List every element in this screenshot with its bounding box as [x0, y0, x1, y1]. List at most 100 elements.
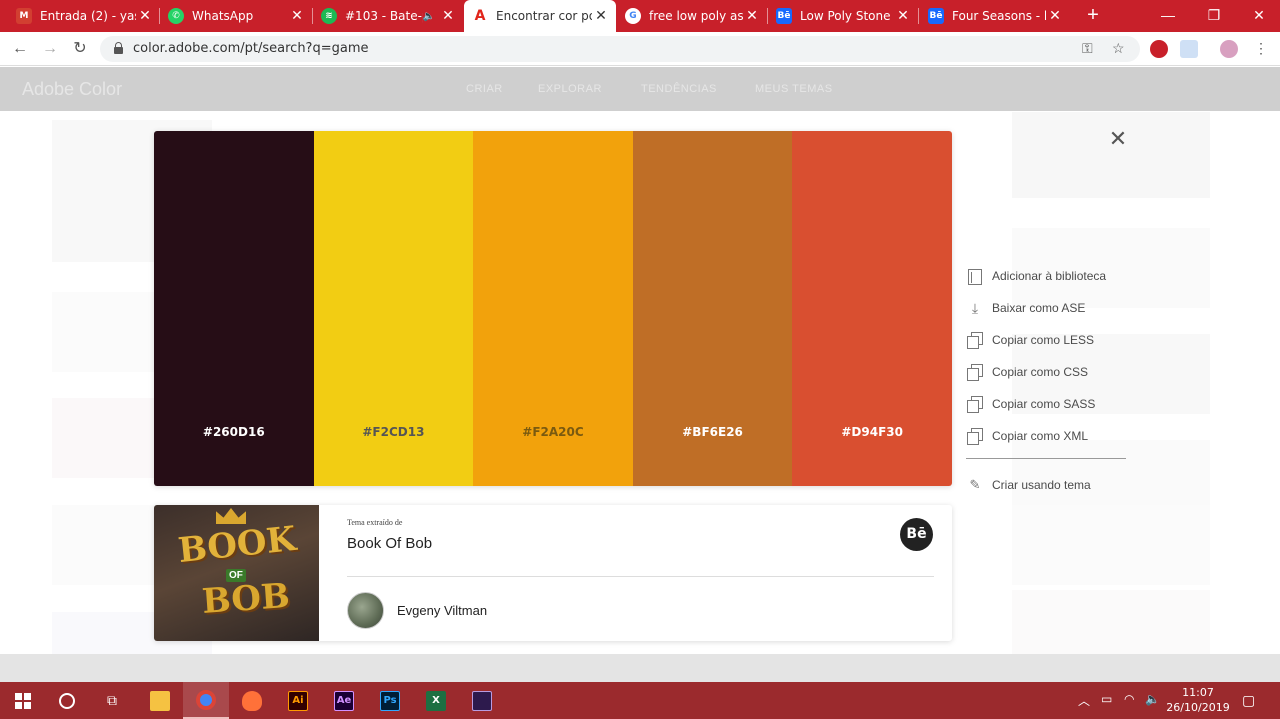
- notifications-icon[interactable]: ▢: [1242, 692, 1255, 709]
- adblock-extension-icon[interactable]: [1150, 40, 1168, 58]
- show-hidden-icons-icon[interactable]: ︿: [1078, 692, 1090, 709]
- copy-icon: [966, 396, 984, 413]
- windows-logo-icon: [15, 692, 31, 709]
- excel-icon: X: [426, 690, 446, 711]
- task-view-button[interactable]: ⧉: [89, 682, 135, 719]
- color-swatch[interactable]: #F2A20C: [473, 131, 633, 486]
- author-avatar[interactable]: [347, 592, 384, 629]
- taskbar-app-after-effects[interactable]: Ae: [321, 682, 367, 719]
- author-name[interactable]: Evgeny Viltman: [397, 603, 487, 618]
- color-swatch[interactable]: #D94F30: [792, 131, 952, 486]
- close-tab-icon[interactable]: ✕: [1046, 8, 1064, 24]
- adobe-icon: A: [472, 8, 488, 24]
- behance-icon[interactable]: Bē: [900, 518, 933, 551]
- system-clock[interactable]: 11:07 26/10/2019: [1165, 685, 1231, 715]
- download-ase-button[interactable]: ⤓ Baixar como ASE: [966, 292, 1136, 324]
- tab-google-search[interactable]: G free low poly asset ✕: [617, 0, 767, 32]
- tab-title: Low Poly Stone an: [800, 9, 894, 23]
- hex-code-label[interactable]: #F2CD13: [314, 425, 474, 439]
- actions-divider: [966, 458, 1126, 459]
- hex-code-label[interactable]: #260D16: [154, 425, 314, 439]
- card-divider: [347, 576, 934, 577]
- close-tab-icon[interactable]: ✕: [743, 8, 761, 24]
- brush-icon: ✎: [969, 477, 981, 492]
- hex-code-label[interactable]: #D94F30: [792, 425, 952, 439]
- address-bar[interactable]: color.adobe.com/pt/search?q=game ⚿ ☆: [100, 36, 1140, 62]
- close-window-button[interactable]: ✕: [1236, 0, 1280, 30]
- close-tab-icon[interactable]: ✕: [592, 8, 610, 24]
- taskbar-app-visual-studio[interactable]: [459, 682, 505, 719]
- taskbar-app-photoshop[interactable]: Ps: [367, 682, 413, 719]
- copy-icon: [966, 428, 984, 445]
- action-label: Baixar como ASE: [992, 301, 1086, 315]
- speaker-icon[interactable]: 🔈: [423, 11, 435, 22]
- close-tab-icon[interactable]: ✕: [439, 8, 457, 24]
- taskbar-app-excel[interactable]: X: [413, 682, 459, 719]
- color-swatch[interactable]: #BF6E26: [632, 131, 793, 486]
- minimize-button[interactable]: —: [1145, 0, 1191, 30]
- adobe-color-logo[interactable]: Adobe Color: [22, 79, 122, 100]
- tab-title: WhatsApp: [192, 9, 254, 23]
- taskbar-app-chrome[interactable]: [183, 682, 229, 719]
- copy-less-button[interactable]: Copiar como LESS: [966, 324, 1136, 356]
- windows-taskbar: ⧉ Ai Ae Ps X ︿ ▭ ◠ 🔈 11:07 26/10/2019 ▢: [0, 682, 1280, 719]
- color-palette: #260D16 #F2CD13 #F2A20C #BF6E26 #D94F30: [154, 131, 952, 486]
- extension-icon[interactable]: [1180, 40, 1198, 58]
- hex-code-label[interactable]: #BF6E26: [633, 425, 793, 439]
- taskbar-app-flame[interactable]: [229, 682, 275, 719]
- nav-trends[interactable]: TENDÊNCIAS: [641, 83, 717, 95]
- clock-time: 11:07: [1182, 686, 1214, 699]
- tab-title: Entrada (2) - yasm: [40, 9, 136, 23]
- action-label: Criar usando tema: [992, 478, 1091, 492]
- taskbar-app-file-explorer[interactable]: [137, 682, 183, 719]
- back-button[interactable]: ←: [7, 37, 33, 61]
- tab-title: free low poly asset: [649, 9, 743, 23]
- tab-behance-stone[interactable]: Bē Low Poly Stone an ✕: [768, 0, 918, 32]
- close-tab-icon[interactable]: ✕: [136, 8, 154, 24]
- chrome-menu-icon[interactable]: ⋮: [1254, 40, 1268, 57]
- tab-spotify[interactable]: ≋ #103 - Bate-p 🔈 ✕: [313, 0, 463, 32]
- color-swatch[interactable]: #260D16: [154, 131, 314, 486]
- maximize-button[interactable]: ❐: [1191, 0, 1237, 30]
- tab-behance-seasons[interactable]: Bē Four Seasons - low ✕: [920, 0, 1070, 32]
- new-tab-button[interactable]: +: [1082, 4, 1104, 26]
- download-icon: ⤓: [971, 300, 979, 316]
- nav-explore[interactable]: EXPLORAR: [538, 83, 602, 95]
- key-icon[interactable]: ⚿: [1082, 40, 1093, 57]
- browser-tab-strip: M Entrada (2) - yasm ✕ ✆ WhatsApp ✕ ≋ #1…: [0, 0, 1280, 32]
- add-to-library-button[interactable]: Adicionar à biblioteca: [966, 260, 1136, 292]
- whatsapp-icon: ✆: [168, 8, 184, 24]
- color-swatch[interactable]: #F2CD13: [313, 131, 474, 486]
- battery-icon[interactable]: ▭: [1101, 692, 1112, 706]
- tab-whatsapp[interactable]: ✆ WhatsApp ✕: [160, 0, 312, 32]
- copy-css-button[interactable]: Copiar como CSS: [966, 356, 1136, 388]
- taskbar-app-illustrator[interactable]: Ai: [275, 682, 321, 719]
- forward-button[interactable]: →: [37, 37, 63, 61]
- browser-toolbar: ← → ↻ color.adobe.com/pt/search?q=game ⚿…: [0, 32, 1280, 66]
- volume-icon[interactable]: 🔈: [1145, 692, 1160, 706]
- source-image-thumbnail[interactable]: BOOK OF BOB: [154, 505, 319, 641]
- copy-sass-button[interactable]: Copiar como SASS: [966, 388, 1136, 420]
- tab-gmail[interactable]: M Entrada (2) - yasm ✕: [8, 0, 160, 32]
- bookmark-star-icon[interactable]: ☆: [1112, 40, 1125, 57]
- task-view-icon: ⧉: [107, 692, 117, 708]
- close-modal-icon[interactable]: ✕: [1108, 128, 1128, 150]
- hex-code-label[interactable]: #F2A20C: [473, 425, 633, 439]
- nav-create[interactable]: CRIAR: [466, 83, 503, 95]
- create-using-theme-button[interactable]: ✎ Criar usando tema: [966, 469, 1136, 501]
- reload-button[interactable]: ↻: [67, 37, 93, 61]
- lock-icon: [114, 42, 123, 54]
- close-tab-icon[interactable]: ✕: [288, 8, 306, 24]
- profile-avatar[interactable]: [1220, 40, 1238, 58]
- close-tab-icon[interactable]: ✕: [894, 8, 912, 24]
- theme-source-title[interactable]: Book Of Bob: [347, 535, 432, 552]
- cortana-button[interactable]: [44, 682, 90, 719]
- tab-adobe-color[interactable]: A Encontrar cor por ✕: [464, 0, 616, 32]
- nav-my-themes[interactable]: MEUS TEMAS: [755, 83, 833, 95]
- wifi-icon[interactable]: ◠: [1124, 692, 1134, 706]
- start-button[interactable]: [0, 682, 46, 719]
- copy-xml-button[interactable]: Copiar como XML: [966, 420, 1136, 452]
- url-text[interactable]: color.adobe.com/pt/search?q=game: [133, 41, 369, 56]
- copy-icon: [966, 364, 984, 381]
- tab-title: Four Seasons - low: [952, 9, 1046, 23]
